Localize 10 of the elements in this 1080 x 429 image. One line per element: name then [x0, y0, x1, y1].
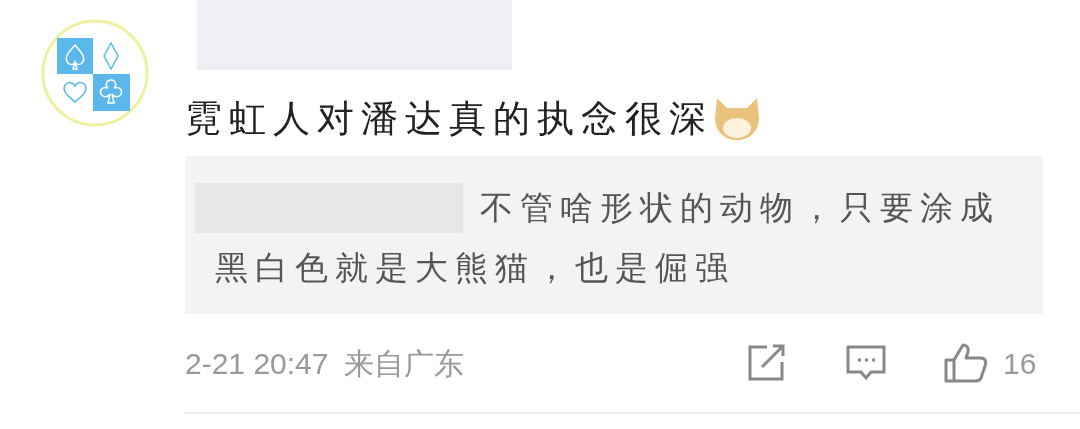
source-label: 来自广东 [344, 345, 465, 382]
avatar[interactable] [40, 18, 150, 128]
reply-text-line: 不管啥形状的动物，只要涂成 [480, 188, 1000, 228]
comment-text: 霓虹人对潘达真的执念很深 [185, 99, 713, 137]
share-icon[interactable] [747, 344, 787, 382]
timestamp: 2-21 20:47 [185, 345, 329, 382]
reply-text-line: 黑白色就是大熊猫，也是倔强 [215, 248, 735, 288]
comment-icon[interactable] [845, 344, 887, 382]
like-icon[interactable] [943, 342, 989, 384]
like-count: 16 [1003, 345, 1038, 382]
